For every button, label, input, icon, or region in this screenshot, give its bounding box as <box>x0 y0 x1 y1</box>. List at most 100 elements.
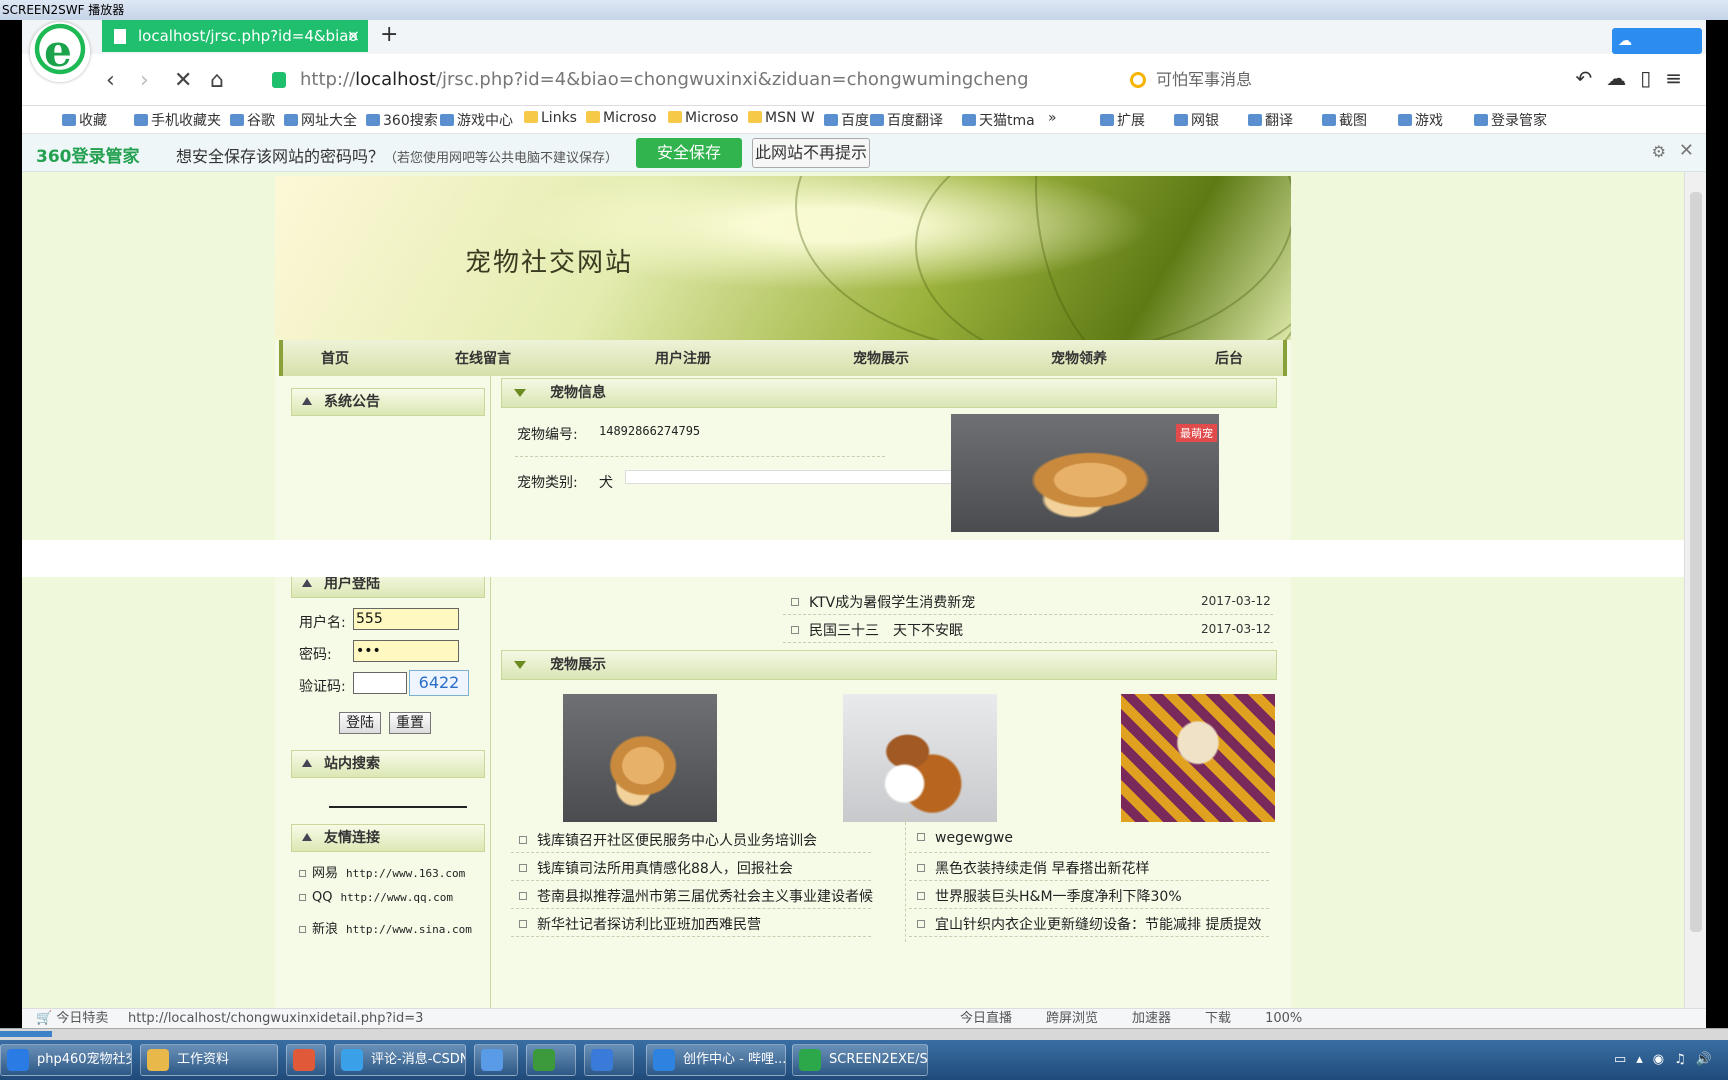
bookmark-item[interactable]: 谷歌 <box>230 110 275 130</box>
status-tool[interactable]: 今日直播 <box>960 1011 1012 1026</box>
news-item[interactable]: 世界服装巨头H&M一季度净利下降30% <box>917 886 1182 906</box>
bookmark-item[interactable]: MSN W <box>748 110 815 126</box>
login-button[interactable]: 登陆 <box>339 712 381 734</box>
taskbar-item[interactable] <box>526 1044 576 1076</box>
taskbar-item[interactable] <box>286 1044 326 1076</box>
search-input[interactable] <box>329 806 467 808</box>
news-item[interactable]: 民国三十三 天下不安眠 <box>791 620 963 640</box>
taskbar-item[interactable]: 工作资料 <box>140 1044 278 1076</box>
stop-icon[interactable]: ✕ <box>174 68 192 93</box>
bookmark-item[interactable]: 游戏中心 <box>440 110 513 130</box>
friend-link[interactable]: 网易 http://www.163.com <box>299 862 465 881</box>
bookmark-item[interactable]: 网银 <box>1174 110 1219 130</box>
pet-thumb-3[interactable] <box>1121 694 1275 822</box>
bookmark-item[interactable]: 360搜索 <box>366 110 438 130</box>
news-item[interactable]: 钱库镇司法所用真情感化88人，回报社会 <box>519 858 793 878</box>
close-tab-icon[interactable]: × <box>347 20 360 52</box>
back-icon[interactable]: ‹ <box>106 68 115 93</box>
never-remind-button[interactable]: 此网站不再提示 <box>752 138 870 168</box>
news-item[interactable]: 宜山针织内衣企业更新缝纫设备：节能减排 提质提效 <box>917 914 1261 934</box>
scroll-thumb[interactable] <box>1690 192 1702 932</box>
bullet-icon <box>299 894 306 901</box>
vertical-scrollbar[interactable] <box>1684 172 1706 1008</box>
bookmark-item[interactable]: 收藏 <box>62 110 107 130</box>
forward-icon[interactable]: › <box>140 68 149 93</box>
menu-item[interactable]: 用户注册 <box>655 348 711 368</box>
bookmark-item[interactable]: 天猫tma <box>962 110 1035 130</box>
system-tray[interactable]: ▭▴◉♫🔊 <box>1614 1052 1722 1067</box>
bullet-icon <box>917 892 925 900</box>
news-item[interactable]: KTV成为暑假学生消费新宠 <box>791 592 975 612</box>
safe-save-button[interactable]: 安全保存 <box>636 138 742 168</box>
address-bar[interactable]: http://localhost/jrsc.php?id=4&biao=chon… <box>272 64 1092 96</box>
bookmark-item[interactable]: 截图 <box>1322 110 1367 130</box>
friend-link[interactable]: 新浪 http://www.sina.com <box>299 918 472 937</box>
taskbar-item[interactable]: 创作中心 - 哔哩... <box>646 1044 786 1076</box>
bookmark-item[interactable]: 翻译 <box>1248 110 1293 130</box>
taskbar-item[interactable] <box>474 1044 518 1076</box>
news-item[interactable]: 新华社记者探访利比亚班加西难民营 <box>519 914 761 934</box>
news-item[interactable]: 钱库镇召开社区便民服务中心人员业务培训会 <box>519 830 817 850</box>
site-banner: 宠物社交网站 <box>275 176 1291 340</box>
bookmark-item[interactable]: 百度翻译 <box>870 110 943 130</box>
captcha-label: 验证码: <box>299 679 346 695</box>
cloud-sync-button[interactable]: ☁ <box>1612 28 1702 54</box>
news-item[interactable]: wegewgwe <box>917 830 1013 846</box>
tab-active[interactable]: localhost/jrsc.php?id=4&biao × <box>102 20 368 52</box>
bookmark-icon <box>870 114 884 126</box>
status-tool[interactable]: 100% <box>1265 1011 1302 1026</box>
password-save-bar: 360登录管家 想安全保存该网站的密码吗？（若您使用网吧等公共电脑不建议保存） … <box>22 134 1706 172</box>
status-tool[interactable]: 跨屏浏览 <box>1046 1011 1098 1026</box>
menu-item[interactable]: 在线留言 <box>455 348 511 368</box>
menu-item[interactable]: 宠物领养 <box>1051 348 1107 368</box>
playback-progress[interactable] <box>0 1028 1728 1040</box>
close-icon[interactable]: ✕ <box>1679 140 1694 161</box>
status-url: http://localhost/chongwuxinxidetail.php?… <box>128 1011 424 1026</box>
today-deals-link[interactable]: 🛒 今日特卖 <box>36 1009 108 1028</box>
bookmark-item[interactable]: 百度 <box>824 110 869 130</box>
bookmark-item[interactable]: 游戏 <box>1398 110 1443 130</box>
status-tool[interactable]: 加速器 <box>1132 1011 1171 1026</box>
folder-icon <box>586 111 600 123</box>
menu-item[interactable]: 后台 <box>1215 348 1243 368</box>
pet-thumb-1[interactable] <box>563 694 717 822</box>
bookmark-item[interactable]: 网址大全 <box>284 110 357 130</box>
pet-thumb-2[interactable] <box>843 694 997 822</box>
new-tab-button[interactable]: + <box>380 22 398 47</box>
bookmark-item[interactable]: 扩展 <box>1100 110 1145 130</box>
bookmark-item[interactable]: » <box>1048 110 1057 126</box>
taskbar-item[interactable] <box>584 1044 634 1076</box>
folder-icon <box>524 111 538 123</box>
status-tool[interactable]: 下载 <box>1205 1011 1231 1026</box>
captcha-field[interactable] <box>353 672 407 694</box>
gear-icon[interactable]: ⚙ <box>1652 142 1666 161</box>
bullet-icon <box>917 920 925 928</box>
menu-item[interactable]: 宠物展示 <box>853 348 909 368</box>
taskbar-item[interactable]: SCREEN2EXE/S... <box>792 1044 928 1076</box>
taskbar-item[interactable]: 评论-消息-CSDN... <box>334 1044 466 1076</box>
pet-id-value: 14892866274795 <box>599 424 701 438</box>
bookmark-item[interactable]: 手机收藏夹 <box>134 110 221 130</box>
home-icon[interactable]: ⌂ <box>210 68 224 93</box>
reset-button[interactable]: 重置 <box>389 712 431 734</box>
bookmark-item[interactable]: Links <box>524 110 577 126</box>
bullet-icon <box>519 892 527 900</box>
password-field[interactable]: ••• <box>353 640 459 662</box>
taskbar-item[interactable]: php460宠物社交... <box>0 1044 132 1076</box>
triangle-down-icon <box>514 661 526 669</box>
folder-icon <box>748 111 762 123</box>
search-box[interactable]: 可怕军事消息 <box>1128 64 1398 96</box>
captcha-image[interactable]: 6422 <box>409 670 469 696</box>
bullet-icon <box>917 864 925 872</box>
friend-link[interactable]: QQ http://www.qq.com <box>299 890 453 905</box>
toolbar-icons[interactable]: ↶☁▯≡ <box>1575 66 1696 90</box>
menu-item[interactable]: 首页 <box>321 348 349 368</box>
bullet-icon <box>519 920 527 928</box>
username-field[interactable]: 555 <box>353 608 459 630</box>
news-item[interactable]: 苍南县拟推荐温州市第三届优秀社会主义事业建设者候 <box>519 886 873 906</box>
bookmark-item[interactable]: 登录管家 <box>1474 110 1547 130</box>
progress-fill <box>0 1031 52 1037</box>
bookmark-item[interactable]: Microso <box>586 110 657 126</box>
bookmark-item[interactable]: Microso <box>668 110 739 126</box>
news-item[interactable]: 黑色衣装持续走俏 早春搭出新花样 <box>917 858 1149 878</box>
